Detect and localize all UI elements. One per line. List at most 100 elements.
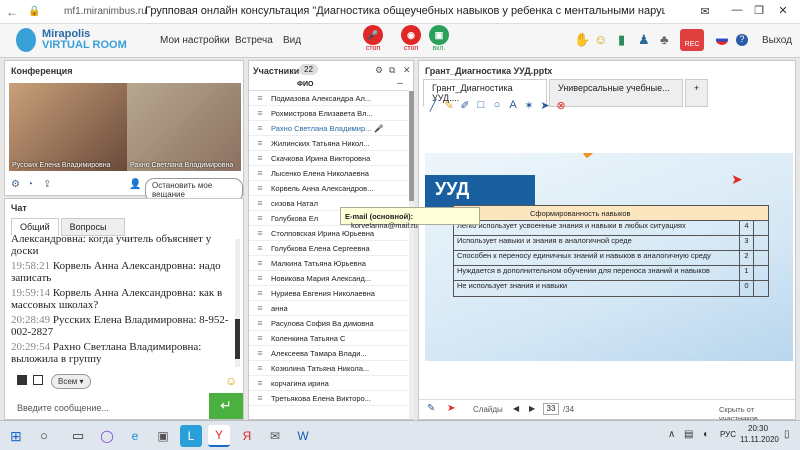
pointer-icon[interactable]: ➤ [537, 99, 553, 112]
annotate-icon[interactable]: ✎ [427, 403, 435, 414]
minimize-icon[interactable]: — [730, 4, 744, 16]
close-icon[interactable]: ✕ [776, 4, 790, 17]
logo-sub: VIRTUAL ROOM [42, 39, 127, 51]
participants-scrollbar-thumb[interactable] [409, 91, 414, 201]
gear-icon[interactable]: ⚙ [375, 65, 383, 76]
list-item[interactable]: ≡ Голубкова Елена Сергеевна [249, 241, 409, 256]
cursor-icon: ➤ [731, 171, 743, 187]
list-item[interactable]: ≡ Малкина Татьяна Юрьевна [249, 256, 409, 271]
chat-messages: Александровна: когда учитель объясняет у… [11, 233, 233, 365]
rectangle-icon[interactable]: □ [473, 99, 489, 112]
word-icon[interactable]: W [292, 425, 314, 447]
exit-button[interactable]: Выход [762, 35, 792, 46]
task-view-icon[interactable]: ▭ [72, 428, 84, 444]
list-item[interactable]: ≡ Подмазова Александра Ал... [249, 91, 409, 106]
menu-icon: ≡ [257, 378, 263, 388]
raise-hand-icon[interactable]: ✋ [574, 32, 590, 48]
network-icon[interactable]: ▤ [684, 429, 693, 440]
url-text[interactable]: mf1.miranimbus.ru [64, 6, 147, 17]
list-item[interactable]: ≡ Расулова София Ва димовна [249, 316, 409, 331]
cam-settings-icon[interactable]: ◔ [27, 179, 33, 190]
flag-icon[interactable] [716, 35, 728, 45]
close-panel-icon[interactable]: ✕ [403, 65, 411, 76]
stamp-icon[interactable]: ✶ [521, 99, 537, 112]
list-item[interactable]: ≡ Третьякова Елена Викторо... [249, 391, 409, 406]
list-item[interactable]: ≡ анна [249, 301, 409, 316]
notification-icon[interactable]: ▯ [784, 429, 790, 440]
participants-scrollbar[interactable] [409, 91, 414, 419]
list-item[interactable]: ≡ корчагина ирина [249, 376, 409, 391]
mail-icon[interactable]: ✉ [264, 425, 286, 447]
list-item[interactable]: ≡ Корвель Анна Александров... [249, 181, 409, 196]
menu-view[interactable]: Вид [283, 35, 301, 46]
chat-input[interactable]: Введите сообщение... [17, 403, 109, 413]
tab-add[interactable]: + [685, 79, 709, 107]
app-l-icon[interactable]: L [180, 425, 202, 447]
next-slide-icon[interactable]: ▶ [529, 404, 535, 413]
maximize-icon[interactable]: ❐ [752, 4, 766, 17]
screen-share-icon[interactable]: ▣ [429, 25, 449, 45]
list-item[interactable]: ≡ Скачкова Ирина Викторовна [249, 151, 409, 166]
share-icon[interactable]: ⇪ [43, 179, 51, 190]
list-item[interactable]: ≡ Рахно Светлана Владимир... 🎤 [249, 121, 409, 136]
highlighter-icon[interactable]: ✎ [441, 99, 457, 112]
participants-header: ФИО ... [249, 79, 409, 91]
format-icon[interactable] [33, 375, 43, 385]
yandex-browser-icon[interactable]: Y [208, 425, 230, 447]
rec-button[interactable]: REC [680, 29, 704, 51]
language-indicator[interactable]: РУС [720, 430, 736, 439]
camera-icon[interactable]: ◉ [401, 25, 421, 45]
emoji-icon[interactable]: ☺ [594, 32, 607, 47]
line-tool-icon[interactable]: ╱ [425, 99, 441, 112]
screen-control[interactable]: ▣ вкл. [426, 25, 452, 52]
prev-slide-icon[interactable]: ◀ [513, 404, 519, 413]
list-item[interactable]: ≡ Жилинских Татьяна Никол... [249, 136, 409, 151]
edge-icon[interactable]: e [124, 425, 146, 447]
video-tile-2[interactable]: Рахно Светлана Владимировна [127, 83, 241, 171]
tray-arrow-icon[interactable]: ∧ [668, 429, 675, 440]
video-tile-1[interactable]: Русских Елена Владимировна [9, 83, 127, 171]
microphone-icon[interactable]: 🎤 [363, 25, 383, 45]
color-icon[interactable] [17, 375, 27, 385]
chat-scrollbar[interactable] [235, 239, 240, 367]
popout-icon[interactable]: ⧉ [389, 65, 395, 76]
chat-scrollbar-thumb[interactable] [235, 319, 240, 359]
list-item[interactable]: ≡ Лысенко Елена Николаевна [249, 166, 409, 181]
clear-icon[interactable]: ⊗ [553, 99, 569, 112]
search-icon[interactable]: ○ [40, 428, 48, 443]
store-icon[interactable]: ▣ [152, 425, 174, 447]
menu-icon: ≡ [257, 348, 263, 358]
volume-icon[interactable]: ◖ [702, 429, 708, 440]
list-item[interactable]: ≡ Рохмистрова Елизавета Вл... [249, 106, 409, 121]
circle-icon[interactable]: ○ [489, 99, 505, 112]
list-item[interactable]: ≡ Новикова Мария Александ... [249, 271, 409, 286]
list-item[interactable]: ≡ Коленкина Татьяна С [249, 331, 409, 346]
list-item[interactable]: ≡ Нуриева Евгения Николаевна [249, 286, 409, 301]
camera-control[interactable]: ◉ стоп [398, 25, 424, 52]
smiley-icon[interactable]: ☺ [225, 374, 237, 388]
list-item[interactable]: ≡ Козюлина Татьяна Никола... [249, 361, 409, 376]
mic-control[interactable]: 🎤 стоп [360, 25, 386, 52]
tree-icon[interactable]: ♣ [660, 32, 669, 47]
people-icon[interactable]: ♟ [638, 32, 650, 48]
conference-title: Конференция [11, 66, 73, 76]
send-button[interactable]: ↵ [209, 393, 243, 419]
text-tool-icon[interactable]: A [505, 99, 521, 112]
chat-message: Александровна: когда учитель объясняет у… [11, 233, 212, 257]
video-settings-icon[interactable]: ⚙ [11, 179, 20, 190]
windows-start-icon[interactable]: ⊞ [10, 428, 22, 445]
menu-meeting[interactable]: Встреча [235, 35, 273, 46]
stats-icon[interactable]: ▮ [618, 32, 625, 48]
extension-icon[interactable]: ✉ [698, 5, 712, 18]
laser-icon[interactable]: ➤ [447, 403, 455, 414]
help-icon[interactable]: ? [736, 34, 748, 46]
tab-doc-2[interactable]: Универсальные учебные... [549, 79, 683, 107]
back-arrow-icon[interactable]: ← [6, 5, 18, 19]
slide-number-input[interactable]: 33 [543, 403, 559, 415]
yandex-icon[interactable]: Я [236, 425, 258, 447]
list-item[interactable]: ≡ Алексеева Тамара Влади... [249, 346, 409, 361]
recipient-select[interactable]: Всем ▾ [51, 374, 91, 389]
alice-icon[interactable]: ◯ [96, 425, 118, 447]
menu-settings[interactable]: Мои настройки [160, 35, 230, 46]
pen-icon[interactable]: ✐ [457, 99, 473, 112]
